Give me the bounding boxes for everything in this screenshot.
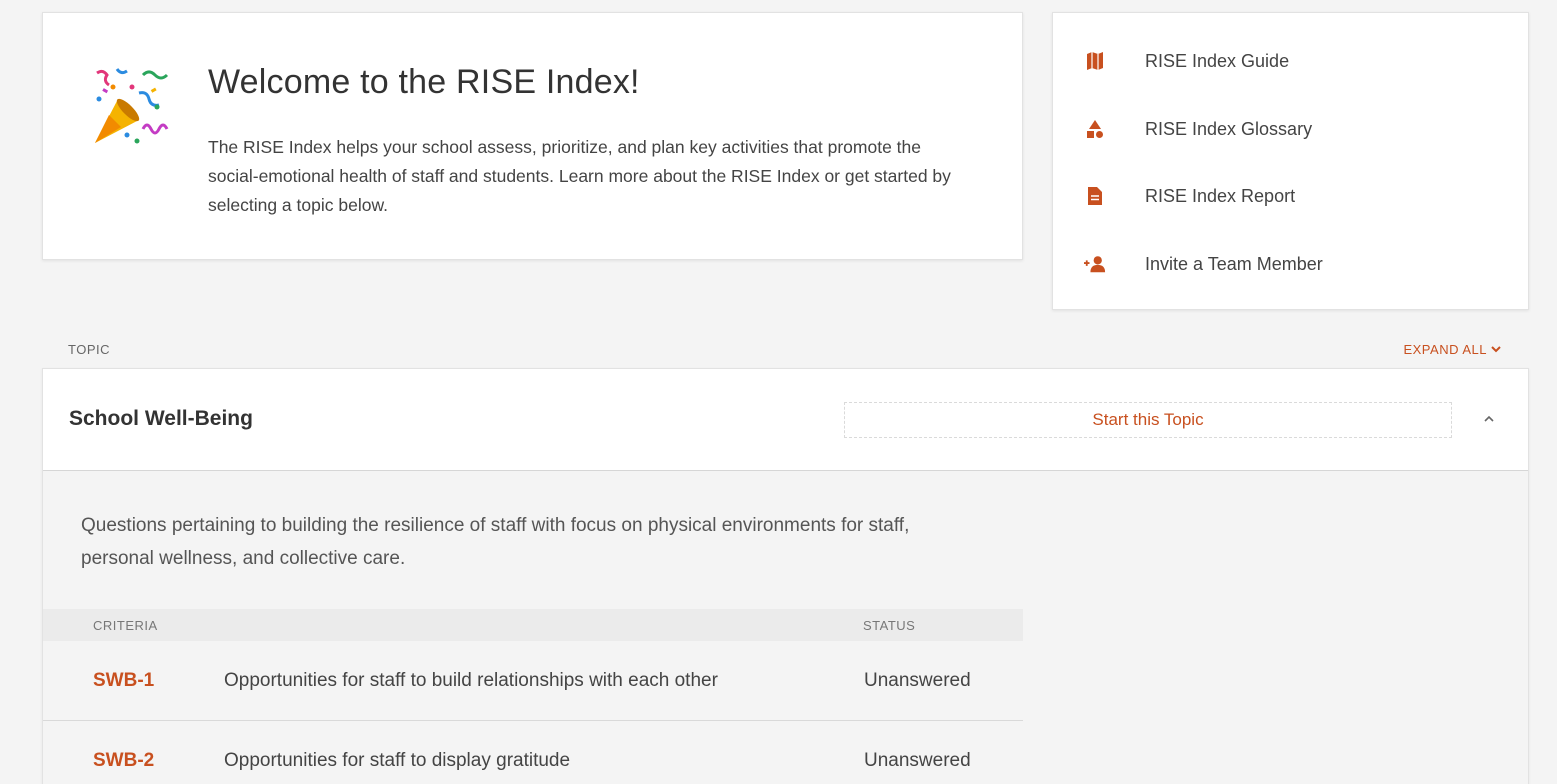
expand-all-label: EXPAND ALL [1403, 342, 1487, 357]
welcome-card: Welcome to the RISE Index! The RISE Inde… [42, 12, 1023, 260]
collapse-topic-button[interactable] [1479, 409, 1499, 429]
criteria-table: CRITERIA STATUS SWB-1 Opportunities for … [43, 609, 1023, 784]
link-rise-index-report[interactable]: RISE Index Report [1053, 176, 1528, 216]
start-topic-button[interactable]: Start this Topic [844, 402, 1452, 438]
chevron-down-icon [1491, 346, 1501, 353]
resource-links-card: RISE Index Guide RISE Index Glossary RIS… [1052, 12, 1529, 310]
document-icon [1084, 185, 1106, 207]
link-label: RISE Index Report [1145, 185, 1296, 206]
topic-header[interactable]: School Well-Being Start this Topic [43, 369, 1528, 471]
table-row[interactable]: SWB-1 Opportunities for staff to build r… [43, 641, 1023, 721]
expand-all-button[interactable]: EXPAND ALL [1403, 342, 1501, 357]
party-popper-icon [95, 68, 169, 144]
topic-column-label: TOPIC [68, 342, 110, 357]
criteria-status: Unanswered [864, 750, 971, 771]
criteria-table-header: CRITERIA STATUS [43, 609, 1023, 641]
status-column-header: STATUS [863, 618, 916, 633]
map-icon [1084, 50, 1106, 72]
welcome-description: The RISE Index helps your school assess,… [208, 137, 951, 215]
link-rise-index-glossary[interactable]: RISE Index Glossary [1053, 109, 1528, 149]
link-invite-team-member[interactable]: Invite a Team Member [1053, 244, 1528, 284]
user-plus-icon [1084, 253, 1106, 275]
topic-title: School Well-Being [69, 407, 253, 430]
link-label: RISE Index Guide [1145, 50, 1290, 71]
chevron-up-icon [1484, 415, 1494, 422]
criteria-code[interactable]: SWB-1 [93, 670, 154, 692]
criteria-column-header: CRITERIA [93, 618, 158, 633]
link-rise-index-guide[interactable]: RISE Index Guide [1053, 41, 1528, 81]
criteria-code[interactable]: SWB-2 [93, 750, 154, 772]
link-label: Invite a Team Member [1145, 253, 1323, 274]
criteria-text: Opportunities for staff to display grati… [224, 750, 571, 771]
table-row[interactable]: SWB-2 Opportunities for staff to display… [43, 721, 1023, 784]
topic-description: Questions pertaining to building the res… [81, 515, 910, 569]
shapes-icon [1084, 118, 1106, 140]
link-label: RISE Index Glossary [1145, 118, 1313, 139]
topic-panel: School Well-Being Start this Topic Quest… [42, 368, 1529, 784]
criteria-status: Unanswered [864, 670, 971, 691]
welcome-title: Welcome to the RISE Index! [208, 63, 640, 101]
criteria-text: Opportunities for staff to build relatio… [224, 670, 718, 691]
